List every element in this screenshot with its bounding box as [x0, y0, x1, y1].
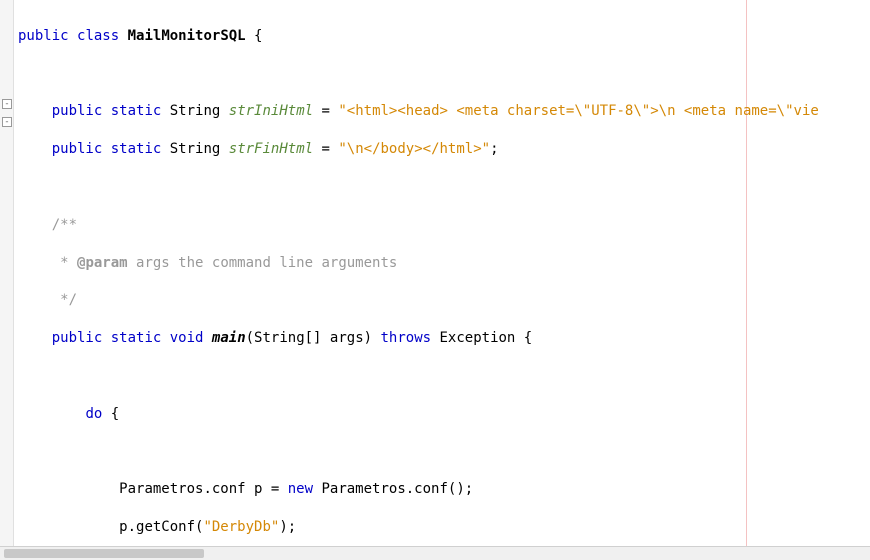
kw-void: void — [170, 330, 204, 346]
method-main: main — [212, 330, 246, 346]
eq: = — [313, 141, 338, 157]
eq: = — [313, 103, 338, 119]
kw-new: new — [288, 481, 313, 497]
field-name: strFinHtml — [229, 141, 313, 157]
kw-public: public — [52, 141, 103, 157]
javadoc-tag: @param — [77, 255, 128, 271]
kw-public: public — [52, 330, 103, 346]
fold-handle[interactable]: - — [2, 99, 12, 109]
code-text: Parametros.conf p = — [119, 481, 288, 497]
fold-handle[interactable]: - — [2, 117, 12, 127]
code-text: Parametros.conf(); — [313, 481, 473, 497]
brace: { — [102, 406, 119, 422]
kw-do: do — [85, 406, 102, 422]
kw-class: class — [77, 28, 119, 44]
horizontal-scrollbar[interactable] — [0, 546, 870, 560]
semi: ; — [490, 141, 498, 157]
kw-static: static — [111, 330, 162, 346]
type: String — [170, 141, 221, 157]
kw-static: static — [111, 141, 162, 157]
exception: Exception { — [431, 330, 532, 346]
javadoc-end: */ — [52, 292, 77, 308]
string-literal: "\n</body></html>" — [338, 141, 490, 157]
type: String — [170, 103, 221, 119]
javadoc-param: args — [128, 255, 179, 271]
scrollbar-thumb[interactable] — [4, 549, 204, 558]
kw-throws: throws — [380, 330, 431, 346]
javadoc-line: * — [52, 255, 77, 271]
string-literal: "<html><head> <meta charset=\"UTF-8\">\n… — [338, 103, 818, 119]
class-name: MailMonitorSQL — [128, 28, 246, 44]
javadoc-text: the command line arguments — [178, 255, 397, 271]
kw-public: public — [52, 103, 103, 119]
string-literal: "DerbyDb" — [203, 519, 279, 535]
code-text: ); — [279, 519, 296, 535]
brace: { — [246, 28, 263, 44]
kw-public: public — [18, 28, 69, 44]
code-text: p.getConf( — [119, 519, 203, 535]
kw-static: static — [111, 103, 162, 119]
fold-gutter: - - — [0, 0, 14, 560]
field-name: strIniHtml — [229, 103, 313, 119]
params: (String[] args) — [246, 330, 381, 346]
javadoc-start: /** — [52, 217, 77, 233]
code-editor[interactable]: public class MailMonitorSQL { public sta… — [18, 8, 870, 560]
